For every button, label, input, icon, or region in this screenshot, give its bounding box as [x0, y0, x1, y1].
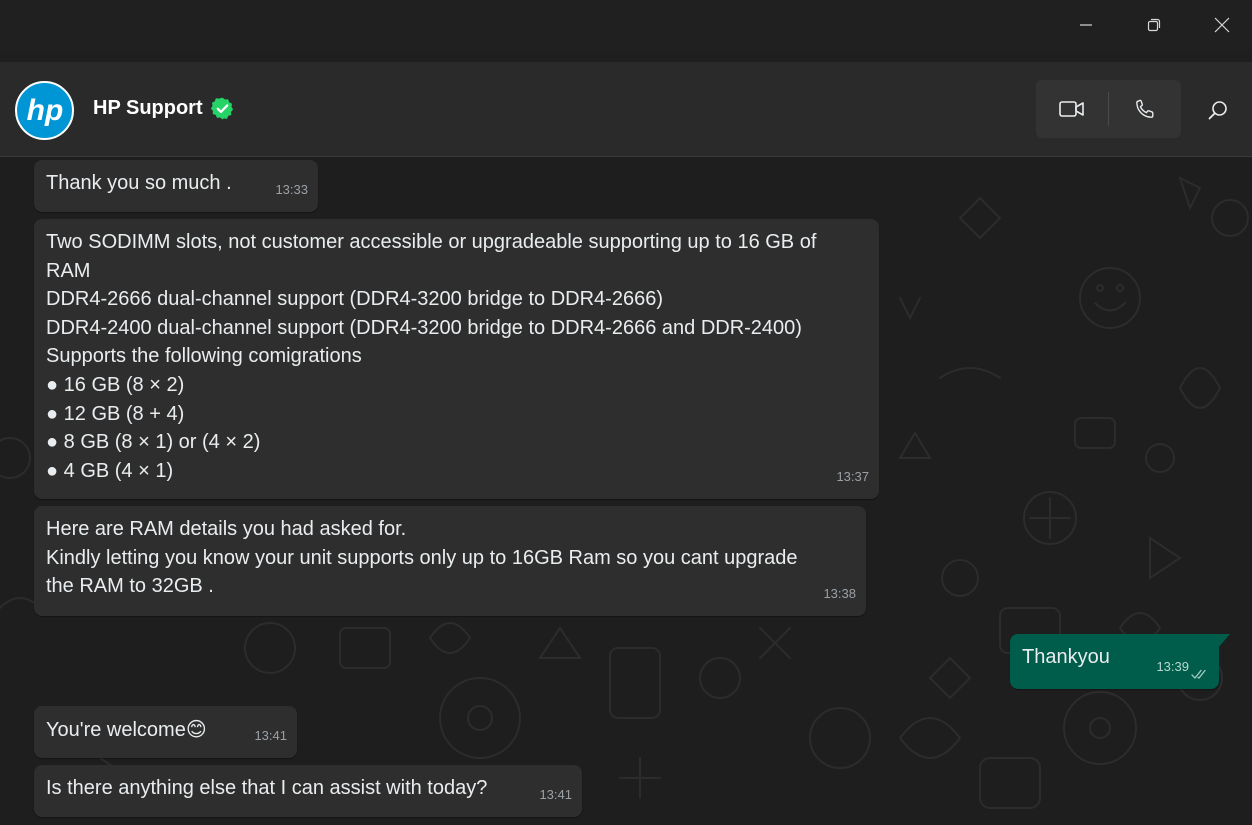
phone-icon: [1136, 99, 1154, 118]
restore-button[interactable]: [1120, 0, 1188, 50]
minimize-icon: [1080, 24, 1092, 26]
message-bubble-outgoing[interactable]: Thankyou 13:39: [1010, 634, 1219, 689]
search-icon: [1208, 101, 1227, 120]
message-time: 13:38: [823, 586, 856, 602]
message-time: 13:39: [1156, 659, 1189, 675]
close-button[interactable]: [1188, 0, 1252, 50]
video-call-button[interactable]: [1036, 80, 1108, 138]
hp-logo-icon: hp: [26, 94, 63, 127]
restore-icon: [1147, 18, 1161, 32]
message-bubble-incoming[interactable]: Two SODIMM slots, not customer accessibl…: [34, 219, 879, 499]
message-time: 13:33: [275, 182, 308, 198]
message-bubble-incoming[interactable]: Thank you so much . 13:33: [34, 160, 318, 212]
verified-badge-icon: [210, 97, 234, 120]
svg-text:hp: hp: [26, 94, 63, 127]
message-time: 13:41: [254, 728, 287, 744]
message-bubble-incoming[interactable]: Here are RAM details you had asked for. …: [34, 506, 866, 616]
message-text: Two SODIMM slots, not customer accessibl…: [46, 231, 817, 482]
bubble-tail: [1218, 634, 1230, 648]
window-titlebar: [0, 0, 1252, 50]
contact-name[interactable]: HP Support: [93, 97, 203, 120]
message-bubble-incoming[interactable]: Is there anything else that I can assist…: [34, 765, 582, 817]
message-time: 13:41: [539, 787, 572, 803]
video-camera-icon: [1059, 101, 1084, 117]
close-icon: [1214, 17, 1230, 33]
smiling-face-emoji: 😊: [185, 717, 207, 741]
message-text: Thank you so much .: [46, 172, 232, 194]
message-text: You're welcome😊: [46, 717, 207, 741]
read-receipt-icon: [1191, 669, 1206, 679]
message-time: 13:37: [836, 469, 869, 485]
minimize-button[interactable]: [1052, 0, 1120, 50]
voice-call-button[interactable]: [1109, 80, 1181, 138]
avatar[interactable]: hp: [15, 81, 74, 140]
message-text: Here are RAM details you had asked for. …: [46, 518, 798, 598]
search-button[interactable]: [1195, 92, 1241, 128]
message-text: Is there anything else that I can assist…: [46, 777, 488, 799]
call-buttons-group: [1036, 80, 1181, 138]
message-bubble-incoming[interactable]: You're welcome😊 13:41: [34, 706, 297, 758]
chat-header: hp HP Support: [0, 62, 1252, 157]
chat-messages-area[interactable]: Thank you so much . 13:33 Two SODIMM slo…: [0, 158, 1252, 825]
